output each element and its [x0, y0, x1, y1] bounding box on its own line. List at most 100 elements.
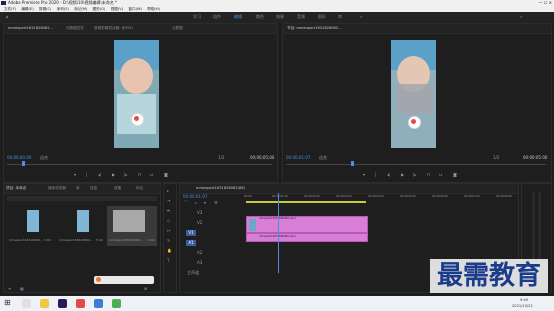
overlay-image [397, 84, 433, 114]
track-label-v2: V2 [197, 220, 203, 225]
program-mark-in-icon[interactable]: ▾ [363, 172, 365, 177]
wechat-taskbar-icon[interactable] [112, 299, 121, 308]
track-label-a1[interactable]: A1 [186, 240, 196, 246]
tab-info[interactable]: 信息 [90, 186, 97, 191]
tab-libraries[interactable]: 库 [76, 186, 80, 191]
audio-clip[interactable]: mmexport1631826082.mp4 [246, 233, 368, 242]
project-item-name: mmexport16318260... [9, 238, 43, 242]
track-label-master: 主声道 [187, 270, 199, 275]
extract-icon[interactable]: ⊔ [439, 172, 442, 177]
tab-media-browser[interactable]: 媒体浏览器 [48, 186, 66, 191]
workspace-color[interactable]: 颜色 [256, 14, 264, 20]
source-resolution-select[interactable]: 1/2 [218, 155, 224, 160]
app-taskbar-icon[interactable] [76, 299, 85, 308]
export-frame-icon[interactable]: ◙ [164, 172, 168, 177]
source-duration: 00;00;05;00 [250, 155, 275, 160]
linked-selection-icon[interactable]: ∞ [194, 200, 197, 205]
icon-view-icon[interactable]: ▦ [20, 286, 24, 291]
wrench-icon[interactable]: ⚒ [214, 200, 218, 205]
source-transport-controls: ▾ | ◂| ▶ |▸ ⊓ ⊔ ◙ [74, 172, 204, 178]
new-item-icon[interactable]: ⊞ [144, 286, 147, 291]
source-playhead[interactable] [22, 161, 25, 166]
lift-icon[interactable]: ⊓ [427, 172, 430, 177]
workspace-audio[interactable]: 音频 [297, 14, 305, 20]
ripple-edit-icon[interactable]: ⇹ [167, 208, 170, 213]
tab-sequence[interactable]: mmexport1631826082(86) [196, 186, 245, 190]
program-fit-select[interactable]: 适合 [319, 155, 327, 161]
tab-effects[interactable]: 效果 [114, 186, 121, 191]
source-timecode[interactable]: 00;00;00;00 [7, 155, 31, 160]
ime-toolbar[interactable] [94, 276, 154, 284]
video-clip[interactable]: mmexport1631826082.mp4 [246, 216, 368, 233]
mark-out-icon[interactable]: | [86, 172, 87, 177]
source-video-frame [114, 40, 159, 148]
timeline-timecode[interactable]: 00:00:01:07 [183, 194, 207, 199]
workspace-editing[interactable]: 编辑 [234, 14, 242, 20]
program-step-forward-icon[interactable]: |▸ [413, 172, 416, 177]
windows-start-icon[interactable]: ⊞ [4, 298, 11, 307]
workspace-more-icon[interactable]: » [360, 14, 362, 19]
insert-icon[interactable]: ⊓ [138, 172, 141, 177]
step-back-icon[interactable]: ◂| [98, 172, 101, 177]
program-step-back-icon[interactable]: ◂| [387, 172, 390, 177]
razor-tool-icon[interactable]: ◇ [167, 218, 170, 223]
work-area-bar[interactable] [246, 201, 366, 203]
program-tabs: 节目: mmexport1631826082... [283, 24, 551, 34]
track-select-icon[interactable]: ⇥ [167, 198, 170, 203]
program-scrubber[interactable] [286, 164, 546, 165]
play-icon[interactable]: ▶ [112, 172, 115, 177]
ruler-label: 00:00:06:00 [432, 195, 448, 198]
track-label-v1[interactable]: V1 [186, 230, 196, 236]
workspace-effects[interactable]: 效果 [276, 14, 284, 20]
tab-project[interactable]: 项目: 未命名 [6, 186, 26, 191]
workspace-assembly[interactable]: 组件 [213, 14, 221, 20]
program-play-icon[interactable]: ▶ [401, 172, 404, 177]
track-headers: V3 V2 V1 A1 A2 A3 主声道 [183, 210, 241, 275]
mark-in-icon[interactable]: ▾ [74, 172, 76, 177]
program-transport-controls: ▾ | ◂| ▶ |▸ ⊓ ⊔ ◙ [363, 172, 493, 178]
hand-tool-icon[interactable]: ✋ [167, 248, 172, 253]
tab-markers[interactable]: 标记 [136, 186, 143, 191]
overwrite-icon[interactable]: ⊔ [150, 172, 153, 177]
add-marker-icon[interactable]: ▾ [204, 200, 206, 205]
ruler-label: 00:00:01:00 [272, 195, 288, 198]
selection-tool-icon[interactable]: ▸ [167, 188, 169, 193]
ruler-label: 00:00:05:00 [400, 195, 416, 198]
workspace-graphics[interactable]: 图形 [318, 14, 326, 20]
snap-icon[interactable]: ⌒ [184, 200, 188, 206]
program-playhead[interactable] [351, 161, 354, 166]
program-export-frame-icon[interactable]: ◙ [453, 172, 457, 177]
tab-effect-controls[interactable]: 元数据控件 [66, 26, 84, 31]
timeline-playhead[interactable] [278, 193, 279, 273]
tab-source[interactable]: mmexport1631826082... [8, 26, 53, 30]
program-timecode[interactable]: 00:00:01:07 [286, 155, 310, 160]
search-taskbar-icon[interactable] [22, 299, 31, 308]
tab-metadata[interactable]: 元数据 [172, 26, 183, 31]
type-tool-icon[interactable]: T [167, 258, 169, 263]
project-item-duration: 5:00 [96, 238, 103, 242]
workspace-bar: ⌂ 学习 组件 编辑 颜色 效果 音频 图形 库 » ⌕ [0, 12, 554, 23]
search-icon[interactable]: ⌕ [520, 14, 522, 19]
premiere-taskbar-icon[interactable] [58, 299, 67, 308]
home-icon[interactable]: ⌂ [6, 14, 9, 19]
program-mark-out-icon[interactable]: | [375, 172, 376, 177]
tab-program[interactable]: 节目: mmexport1631826082... [287, 26, 341, 31]
project-search-input[interactable] [7, 196, 157, 201]
source-scrubber[interactable] [7, 164, 272, 165]
clip-thumbnail [249, 219, 256, 231]
file-explorer-icon[interactable] [40, 299, 49, 308]
workspace-libraries[interactable]: 库 [338, 14, 342, 20]
list-view-icon[interactable]: ≡ [8, 286, 11, 291]
source-fit-select[interactable]: 适合 [40, 155, 48, 161]
project-item-name: mmexport16318260... [109, 238, 143, 242]
program-resolution-select[interactable]: 1/2 [493, 155, 499, 160]
step-forward-icon[interactable]: |▸ [124, 172, 127, 177]
ruler-label: 00:00:03:00 [336, 195, 352, 198]
project-thumbnail [27, 210, 39, 232]
slip-tool-icon[interactable]: ↔ [167, 228, 170, 233]
browser-taskbar-icon[interactable] [94, 299, 103, 308]
pen-tool-icon[interactable]: ✎ [167, 238, 170, 243]
workspace-learn[interactable]: 学习 [193, 14, 201, 20]
tab-audio-mixer[interactable]: 音频剪辑混合器: 序列01 [94, 26, 133, 31]
source-tabs: mmexport1631826082... 元数据控件 音频剪辑混合器: 序列0… [4, 24, 277, 34]
